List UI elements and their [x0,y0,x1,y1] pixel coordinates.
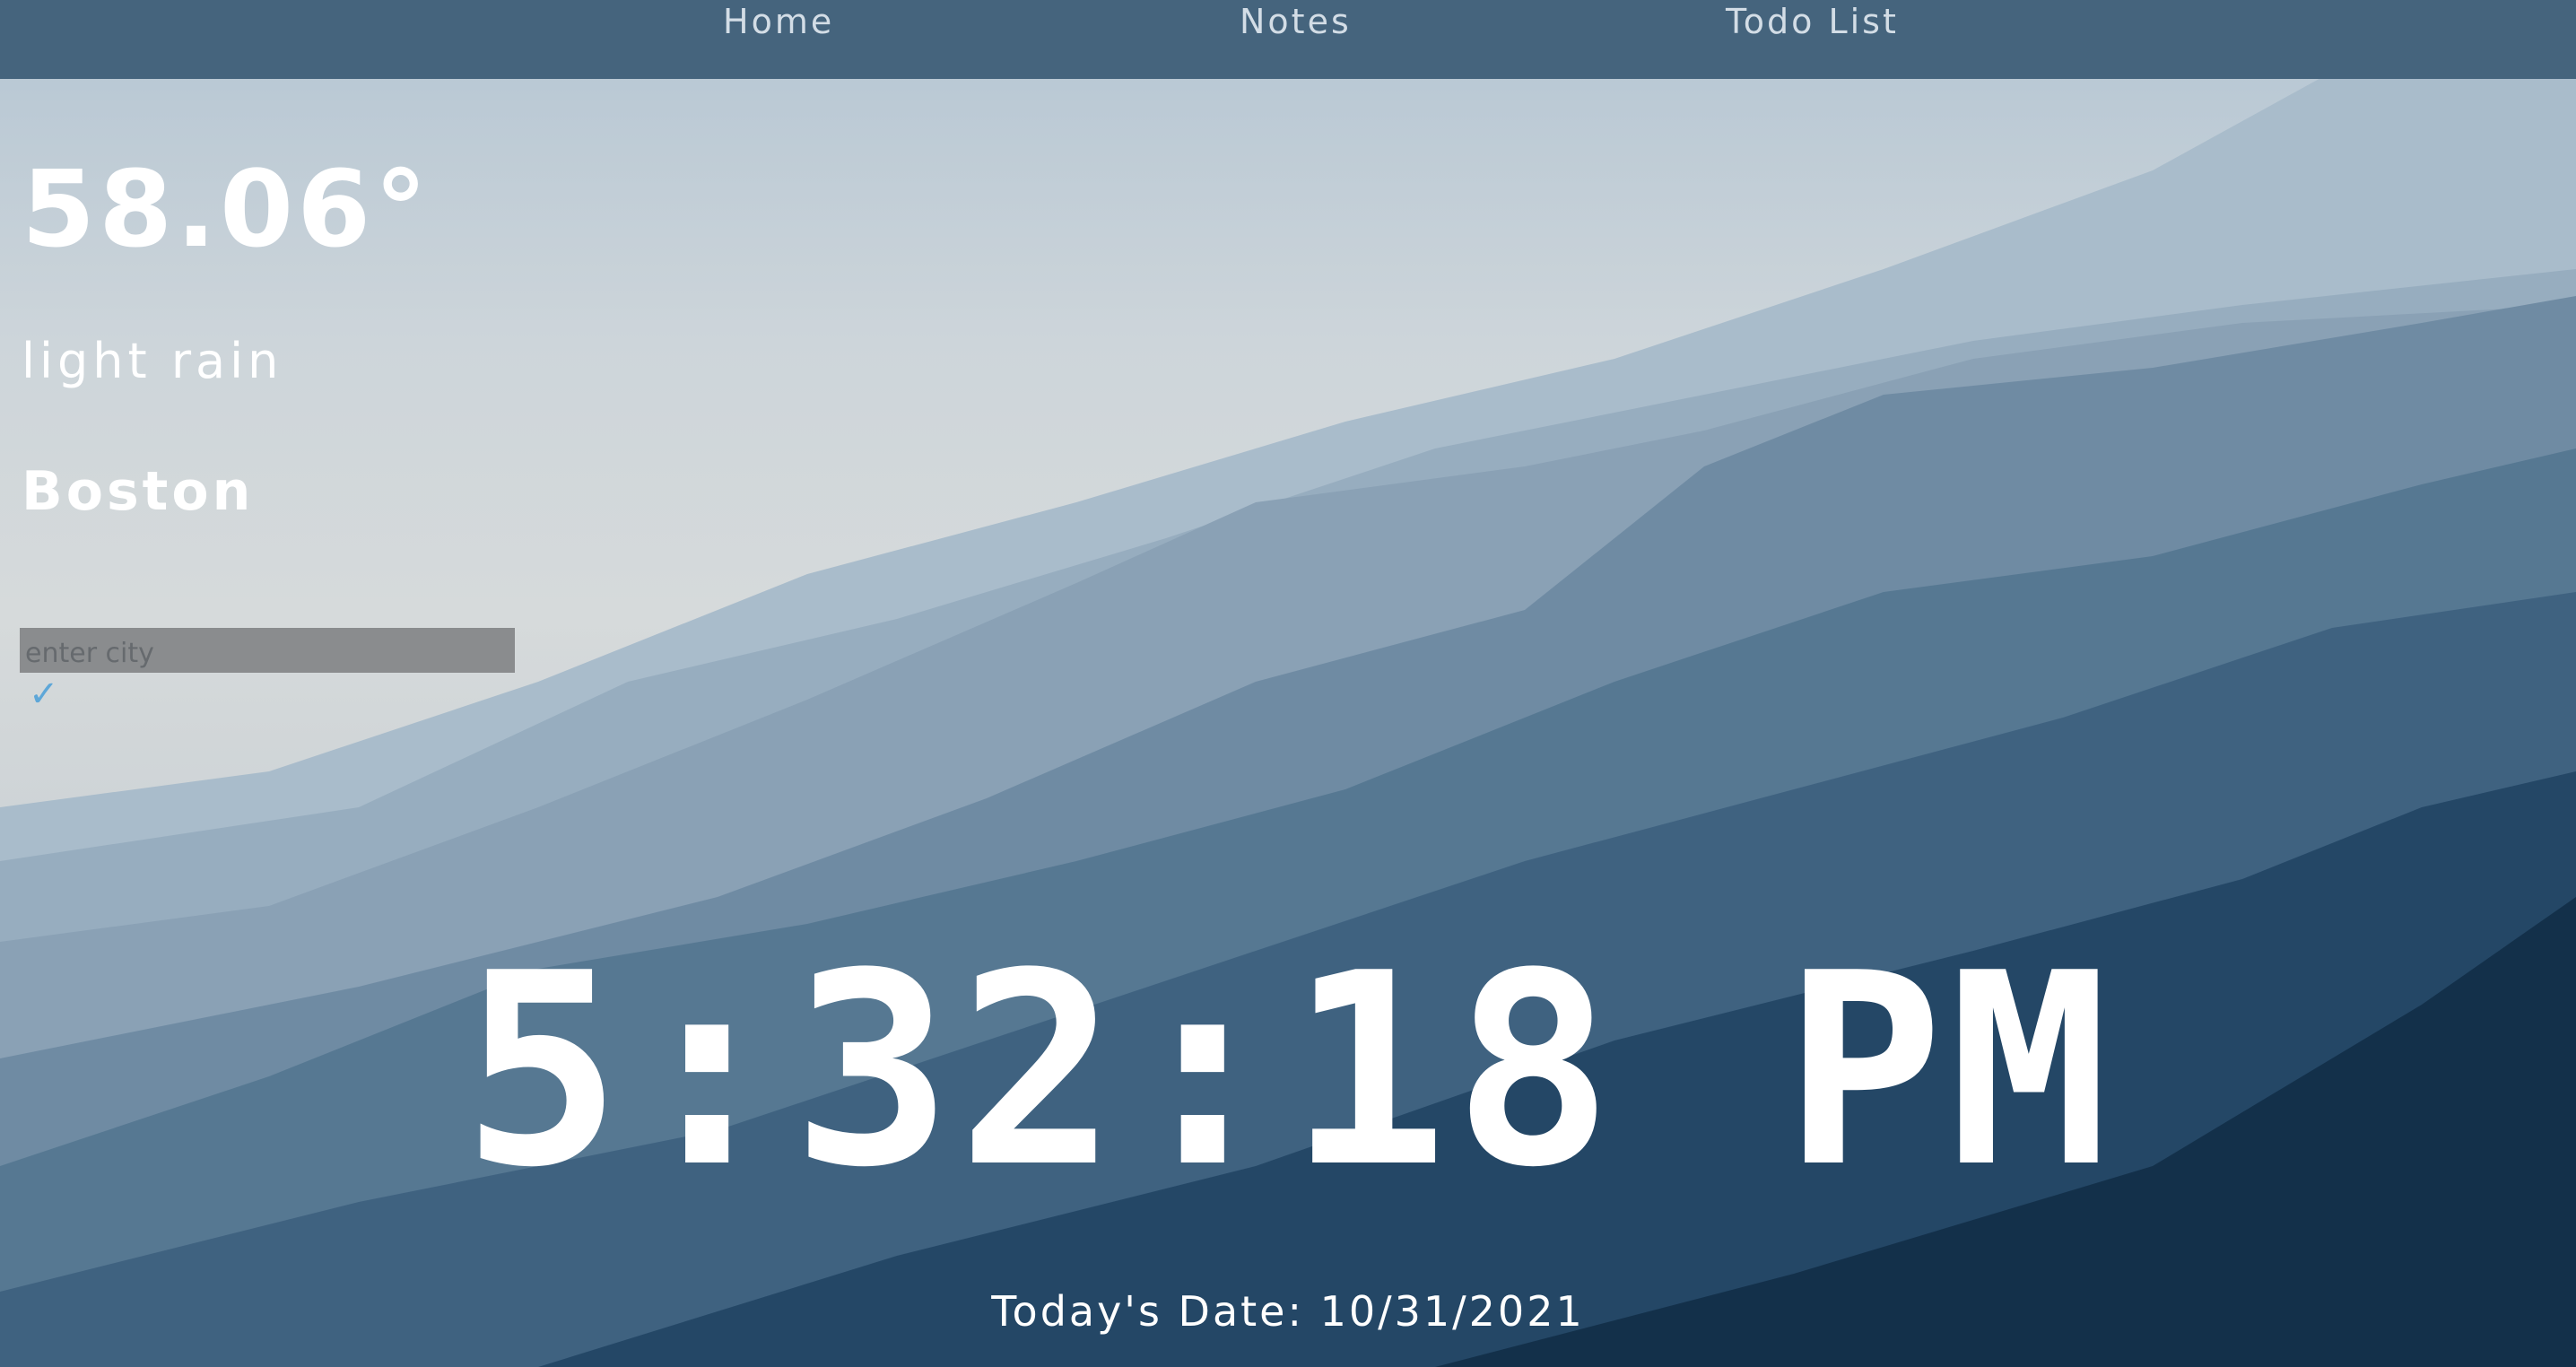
clock-time: 5:32:18 PM [461,916,2115,1225]
top-navbar: Home Notes Todo List [0,0,2576,79]
todays-date: Today's Date: 10/31/2021 [991,1287,1585,1336]
weather-description: light rain [22,333,283,389]
nav-link-todo-list[interactable]: Todo List [1726,0,1899,43]
temperature-value: 58.06° [22,147,431,271]
city-search-input[interactable] [20,628,515,673]
nav-link-notes[interactable]: Notes [1240,0,1352,43]
checkmark-submit-icon[interactable]: ✓ [29,675,59,714]
city-name: Boston [22,460,255,523]
nav-link-home[interactable]: Home [723,0,834,43]
